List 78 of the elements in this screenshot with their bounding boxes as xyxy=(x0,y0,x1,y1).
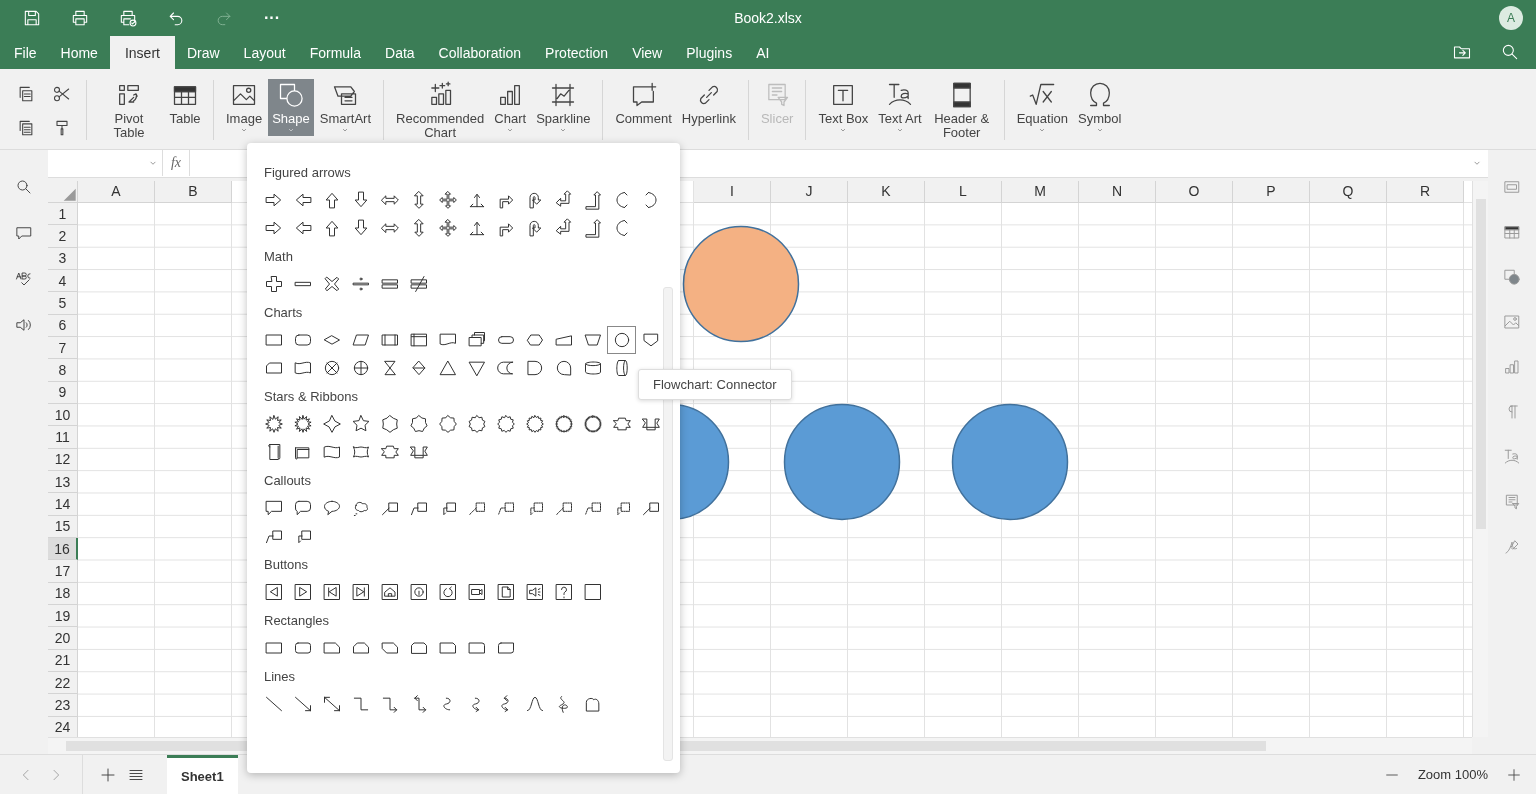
row-header[interactable]: 21 xyxy=(48,649,78,673)
more-button[interactable]: ··· xyxy=(252,3,292,33)
document-title: Book2.xlsx xyxy=(733,10,803,26)
row-header[interactable]: 17 xyxy=(48,560,78,583)
column-header[interactable]: J xyxy=(771,180,848,203)
section-title: Buttons xyxy=(264,557,310,573)
row-header[interactable]: 22 xyxy=(48,672,78,695)
symbol-button[interactable]: Symbol xyxy=(1074,79,1126,136)
row-header[interactable]: 4 xyxy=(48,269,78,293)
menu-tab[interactable]: Draw xyxy=(174,36,232,69)
row-header[interactable]: 18 xyxy=(48,582,78,606)
menu-tab[interactable]: Layout xyxy=(231,36,298,69)
section-title: Stars & Ribbons xyxy=(264,389,359,405)
section-title: Callouts xyxy=(264,473,312,489)
row-header[interactable]: 15 xyxy=(48,515,78,539)
column-header[interactable]: O xyxy=(1156,180,1233,203)
row-header[interactable]: 12 xyxy=(48,448,78,472)
zoom-level: Zoom 100% xyxy=(1417,767,1488,782)
menu-tab[interactable]: File xyxy=(2,36,49,69)
column-header[interactable]: B xyxy=(155,180,232,203)
menu-tab[interactable]: Home xyxy=(48,36,110,69)
menu-tab[interactable]: Insert xyxy=(109,36,175,69)
column-header[interactable]: K xyxy=(848,180,925,203)
row-header[interactable]: 13 xyxy=(48,471,78,494)
smartart-button[interactable]: SmartArt xyxy=(315,79,376,136)
equation-button[interactable]: Equation xyxy=(1012,79,1072,136)
column-header[interactable]: R xyxy=(1387,180,1464,203)
row-header[interactable]: 7 xyxy=(48,336,78,360)
pivot-button[interactable]: Pivot Table xyxy=(95,79,163,142)
menu-tab[interactable]: AI xyxy=(744,36,782,69)
comment-button[interactable]: Comment xyxy=(611,79,676,128)
row-header[interactable]: 5 xyxy=(48,292,78,315)
menu-tab[interactable]: Protection xyxy=(533,36,621,69)
menu-tab[interactable]: View xyxy=(620,36,675,69)
menu-tab[interactable]: Plugins xyxy=(674,36,745,69)
textart-button[interactable]: Text Art xyxy=(874,79,926,142)
column-header[interactable]: N xyxy=(1079,180,1156,203)
section-title: Rectangles xyxy=(264,613,331,629)
sheet-tab[interactable]: Sheet1 xyxy=(167,755,238,794)
sparkline-button[interactable]: Sparkline xyxy=(532,79,595,142)
menu-tab[interactable]: Collaboration xyxy=(426,36,534,69)
column-header[interactable]: L xyxy=(925,180,1002,203)
row-header[interactable]: 6 xyxy=(48,314,78,337)
image-button[interactable]: Image xyxy=(222,79,267,136)
recommended-chart-button[interactable]: Recommended Chart xyxy=(392,79,489,142)
row-header[interactable]: 2 xyxy=(48,225,78,248)
row-header[interactable]: 1 xyxy=(48,202,78,226)
row-header[interactable]: 14 xyxy=(48,493,78,516)
hyperlink-button[interactable]: Hyperlink xyxy=(677,79,740,128)
row-header[interactable]: 16 xyxy=(48,538,78,561)
row-header[interactable]: 24 xyxy=(48,716,78,738)
row-header[interactable]: 20 xyxy=(48,627,78,650)
table-button[interactable]: Table xyxy=(165,79,205,142)
row-header[interactable]: 9 xyxy=(48,381,78,404)
user-avatar[interactable]: A xyxy=(1499,6,1523,30)
menu-tab[interactable]: Data xyxy=(373,36,427,69)
row-header[interactable]: 8 xyxy=(48,359,78,382)
column-header[interactable]: A xyxy=(78,180,155,203)
row-header[interactable]: 11 xyxy=(48,426,78,449)
row-header[interactable]: 3 xyxy=(48,247,78,270)
shape-button[interactable]: Shape xyxy=(268,79,314,136)
section-title: Lines xyxy=(264,669,297,685)
column-header[interactable]: P xyxy=(1233,180,1310,203)
section-title: Charts xyxy=(264,305,304,321)
row-header[interactable]: 23 xyxy=(48,694,78,717)
column-header[interactable]: I xyxy=(694,180,771,203)
column-header[interactable]: Q xyxy=(1310,180,1387,203)
column-header[interactable]: M xyxy=(1002,180,1079,203)
textbox-button[interactable]: Text Box xyxy=(814,79,873,142)
section-title: Math xyxy=(264,249,294,265)
tooltip: Flowchart: Connector xyxy=(638,369,792,400)
section-title: Figured arrows xyxy=(264,165,352,181)
function-button[interactable]: fx xyxy=(163,150,190,177)
row-header[interactable]: 19 xyxy=(48,605,78,628)
header-footer-button[interactable]: Header & Footer xyxy=(927,79,996,142)
menu-tab[interactable]: Formula xyxy=(297,36,373,69)
chart-button[interactable]: Chart xyxy=(490,79,531,142)
row-header[interactable]: 10 xyxy=(48,404,78,427)
